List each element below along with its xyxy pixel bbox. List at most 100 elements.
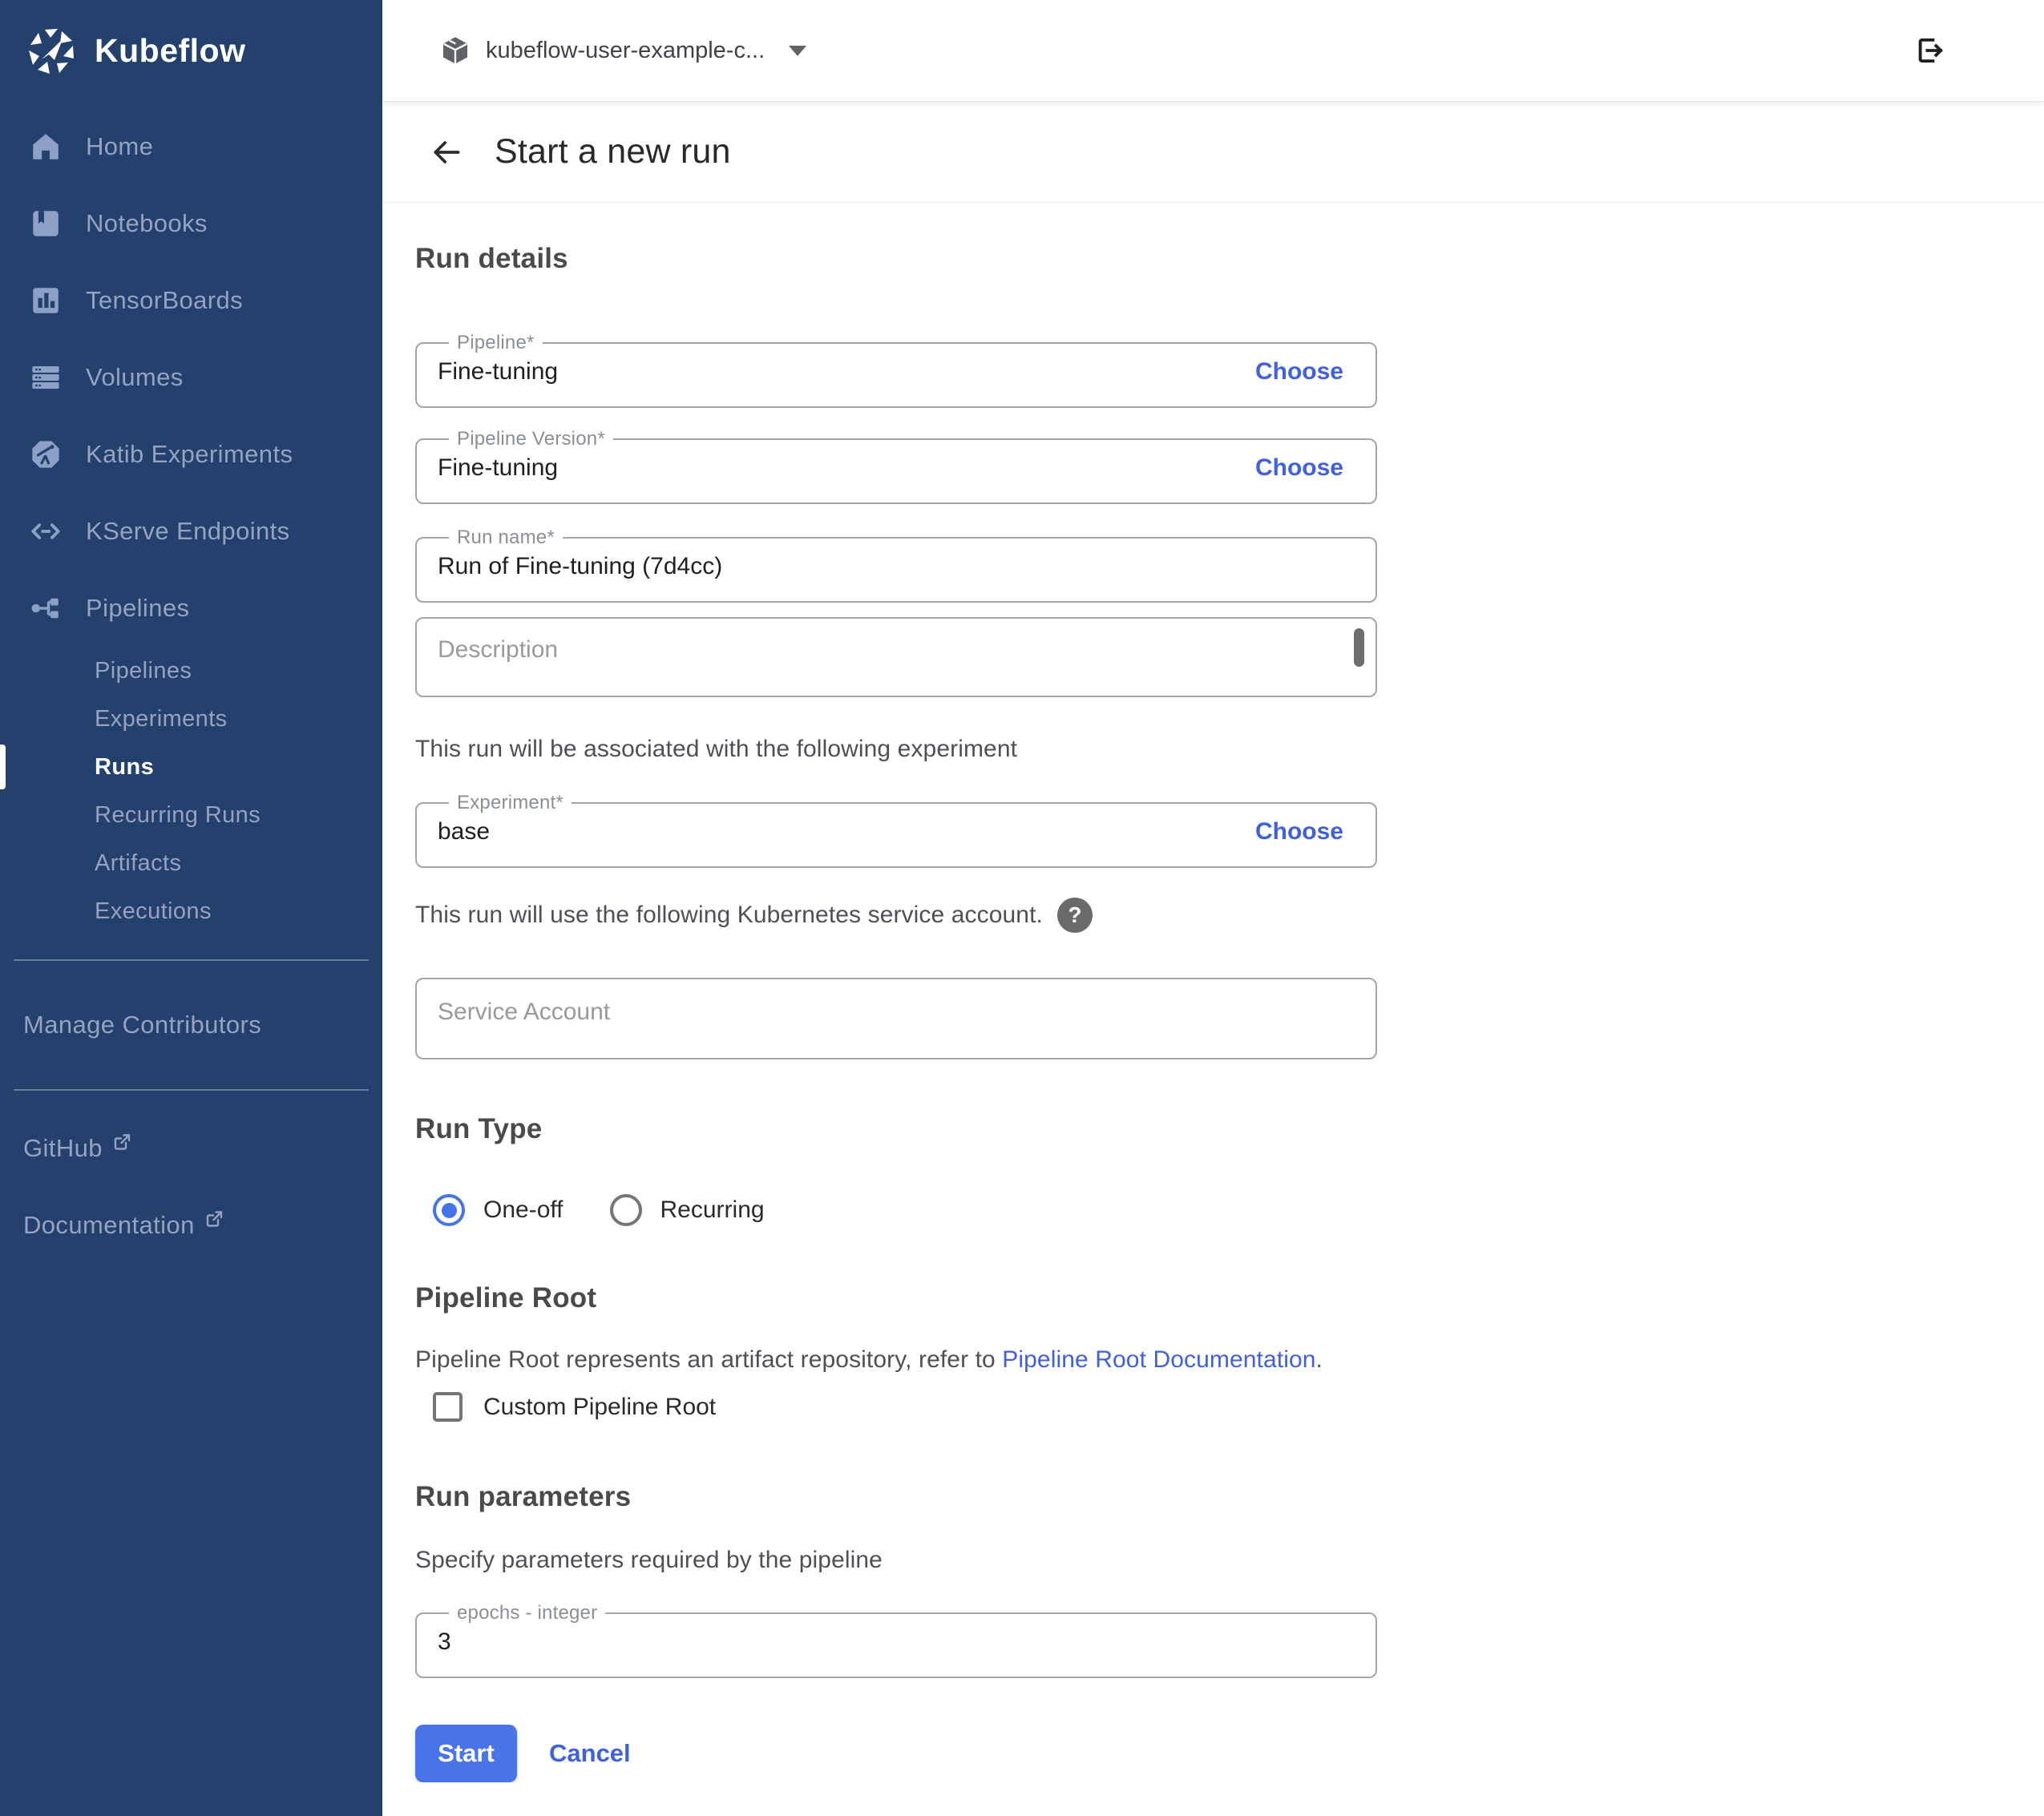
sidebar-item-tensorboards[interactable]: TensorBoards (0, 262, 382, 339)
help-icon[interactable]: ? (1057, 898, 1093, 933)
cancel-button[interactable]: Cancel (549, 1739, 631, 1768)
run-details-heading: Run details (415, 243, 2044, 275)
form-actions: Start Cancel (415, 1725, 2044, 1782)
home-icon (27, 128, 64, 165)
experiment-field[interactable]: Experiment* base Choose (415, 792, 1377, 868)
run-type-heading: Run Type (415, 1113, 2044, 1145)
epochs-field-label: epochs - integer (449, 1602, 605, 1624)
sidebar-item-kserve-endpoints[interactable]: KServe Endpoints (0, 493, 382, 570)
sidebar-subitem-executions[interactable]: Executions (0, 887, 382, 935)
sidebar-nav: Home Notebooks TensorBoards Volumes (0, 102, 382, 935)
pipeline-root-text-suffix: . (1316, 1346, 1323, 1373)
sidebar-subitem-label: Recurring Runs (95, 802, 261, 829)
radio-one-off-label[interactable]: One-off (483, 1197, 564, 1224)
description-field[interactable]: Description (415, 617, 1377, 697)
run-form: Run details Pipeline* Fine-tuning Choose… (382, 203, 2044, 1782)
sidebar-subitem-label: Experiments (95, 706, 228, 732)
kubeflow-app: Kubeflow Home Notebooks TensorBoards (0, 0, 2044, 1816)
sidebar-subitem-runs[interactable]: Runs (0, 743, 382, 791)
sidebar-subitem-label: Pipelines (95, 658, 192, 684)
pipeline-root-doc-link[interactable]: Pipeline Root Documentation (1002, 1346, 1315, 1373)
external-link-icon (112, 1128, 131, 1160)
pipeline-root-heading: Pipeline Root (415, 1282, 2044, 1314)
katib-icon (27, 436, 64, 473)
pipeline-version-field[interactable]: Pipeline Version* Fine-tuning Choose (415, 428, 1377, 504)
namespace-selector[interactable]: kubeflow-user-example-c... (439, 34, 806, 67)
pipelines-icon (27, 590, 64, 627)
run-type-options: One-off Recurring (415, 1194, 2044, 1226)
scrollbar-thumb[interactable] (1354, 628, 1364, 667)
service-account-note: This run will use the following Kubernet… (415, 899, 1043, 931)
sidebar-subitem-artifacts[interactable]: Artifacts (0, 839, 382, 887)
sidebar-subitem-label: Runs (95, 754, 154, 781)
logout-icon (1913, 34, 1946, 67)
sidebar-item-manage-contributors[interactable]: Manage Contributors (0, 1009, 382, 1041)
sidebar-item-github[interactable]: GitHub (0, 1132, 382, 1164)
back-button[interactable] (427, 133, 466, 172)
epochs-field-value: 3 (438, 1628, 451, 1656)
sidebar-link-label: Documentation (23, 1209, 195, 1241)
sidebar-item-label: Katib Experiments (86, 440, 293, 469)
tensorboards-icon (27, 282, 64, 319)
brand[interactable]: Kubeflow (0, 0, 382, 102)
sidebar: Kubeflow Home Notebooks TensorBoards (0, 0, 382, 1816)
pipeline-version-field-value: Fine-tuning (438, 454, 558, 482)
custom-pipeline-root-row: Custom Pipeline Root (415, 1392, 2044, 1422)
namespace-cube-icon (439, 34, 471, 67)
page-title: Start a new run (495, 132, 731, 172)
epochs-field[interactable]: epochs - integer 3 (415, 1602, 1377, 1678)
pipeline-field[interactable]: Pipeline* Fine-tuning Choose (415, 332, 1377, 408)
sidebar-subitem-recurring-runs[interactable]: Recurring Runs (0, 791, 382, 839)
sidebar-item-label: Volumes (86, 363, 184, 392)
radio-recurring[interactable] (610, 1194, 642, 1226)
run-parameters-heading: Run parameters (415, 1481, 2044, 1513)
logout-button[interactable] (1911, 32, 1948, 69)
pipeline-root-text: Pipeline Root represents an artifact rep… (415, 1346, 1002, 1373)
pipeline-version-choose-button[interactable]: Choose (1255, 454, 1343, 482)
run-name-field[interactable]: Run name* Run of Fine-tuning (7d4cc) (415, 527, 1377, 603)
brand-title: Kubeflow (95, 32, 245, 70)
experiment-field-label: Experiment* (449, 792, 572, 814)
custom-pipeline-root-checkbox[interactable] (433, 1392, 463, 1422)
sidebar-divider (14, 1089, 369, 1091)
sidebar-item-label: Home (86, 132, 153, 161)
pipeline-choose-button[interactable]: Choose (1255, 358, 1343, 385)
sidebar-item-pipelines[interactable]: Pipelines (0, 570, 382, 647)
sidebar-item-label: Pipelines (86, 594, 189, 623)
description-placeholder: Description (438, 636, 558, 663)
sidebar-item-volumes[interactable]: Volumes (0, 339, 382, 416)
pipeline-field-label: Pipeline* (449, 332, 543, 354)
sidebar-subitem-pipelines[interactable]: Pipelines (0, 647, 382, 695)
run-name-field-label: Run name* (449, 527, 563, 549)
sidebar-item-notebooks[interactable]: Notebooks (0, 185, 382, 262)
pipeline-field-value: Fine-tuning (438, 358, 558, 385)
run-name-field-value: Run of Fine-tuning (7d4cc) (438, 553, 722, 580)
back-arrow-icon (429, 135, 464, 170)
pipeline-version-field-label: Pipeline Version* (449, 428, 613, 450)
sidebar-item-home[interactable]: Home (0, 108, 382, 185)
run-parameters-hint: Specify parameters required by the pipel… (415, 1544, 2044, 1576)
kserve-icon (27, 513, 64, 550)
radio-one-off[interactable] (433, 1194, 465, 1226)
experiment-choose-button[interactable]: Choose (1255, 818, 1343, 845)
custom-pipeline-root-label[interactable]: Custom Pipeline Root (483, 1394, 716, 1421)
sidebar-item-katib-experiments[interactable]: Katib Experiments (0, 416, 382, 493)
experiment-note: This run will be associated with the fol… (415, 733, 2044, 765)
experiment-field-value: base (438, 818, 490, 845)
namespace-label: kubeflow-user-example-c... (486, 38, 765, 64)
radio-recurring-label[interactable]: Recurring (660, 1197, 765, 1224)
volumes-icon (27, 359, 64, 396)
sidebar-divider (14, 959, 369, 961)
sidebar-subitem-experiments[interactable]: Experiments (0, 695, 382, 743)
sidebar-link-label: GitHub (23, 1132, 103, 1164)
sidebar-subitem-label: Artifacts (95, 850, 181, 877)
service-account-field[interactable]: Service Account (415, 978, 1377, 1059)
sidebar-item-documentation[interactable]: Documentation (0, 1209, 382, 1241)
sidebar-subitem-label: Executions (95, 898, 212, 925)
sidebar-item-label: TensorBoards (86, 286, 243, 315)
external-link-icon (204, 1205, 224, 1237)
kubeflow-logo-icon (26, 26, 77, 77)
start-button[interactable]: Start (415, 1725, 517, 1782)
topbar: kubeflow-user-example-c... (382, 0, 2044, 102)
chevron-down-icon (789, 46, 806, 56)
